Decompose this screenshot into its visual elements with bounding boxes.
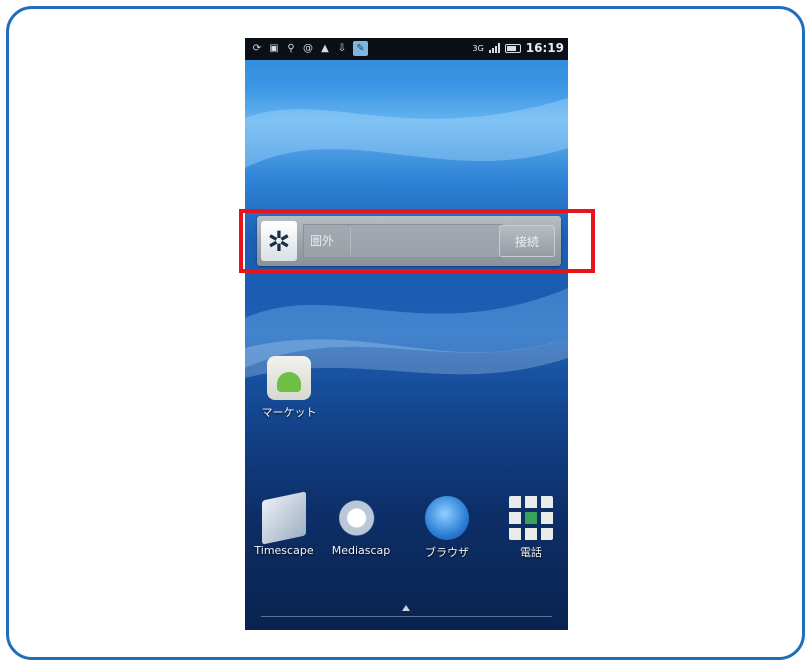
status-time: 16:19 [525, 41, 564, 55]
alarm-icon: ▣ [269, 42, 279, 54]
browser-app[interactable]: ブラウザ [411, 496, 483, 560]
connection-status-field: 圏外 [303, 224, 503, 258]
battery-icon [504, 43, 521, 53]
status-right: 3G 16:19 [473, 41, 565, 55]
phone-app[interactable]: 電話 [501, 496, 561, 560]
connection-status-text: 圏外 [310, 234, 335, 248]
browser-icon [425, 496, 469, 540]
warning-icon: ▲ [321, 42, 329, 54]
market-icon [267, 356, 311, 400]
status-bar: ⟳ ▣ ⚲ @ ▲ ⇩ ✎ 3G 16:19 [245, 38, 568, 60]
usb-icon: ⚲ [287, 42, 295, 54]
timescape-label: Timescape [254, 544, 314, 557]
notification-icons: ⟳ ▣ ⚲ @ ▲ ⇩ ✎ [251, 41, 368, 56]
browser-label: ブラウザ [425, 546, 469, 559]
app-drawer-arrow-icon[interactable] [402, 605, 410, 611]
sync-icon: ⟳ [252, 42, 262, 54]
market-label: マーケット [261, 406, 317, 419]
phone-icon [509, 496, 553, 540]
phone-screen: ⟳ ▣ ⚲ @ ▲ ⇩ ✎ 3G 16:19 ✲ 圏外 接続 マーケット Tim… [245, 38, 568, 630]
mediascape-label: Mediascap [331, 544, 391, 557]
download-icon: ⇩ [337, 42, 347, 54]
timescape-app[interactable]: Timescape [247, 491, 321, 557]
mediascape-app[interactable]: Mediascap [325, 496, 397, 557]
mediascape-icon [339, 496, 383, 540]
phone-label: 電話 [520, 546, 542, 559]
signal-strength-icon [488, 43, 500, 53]
connect-button[interactable]: 接続 [499, 225, 555, 257]
market-app[interactable]: マーケット [249, 356, 329, 420]
network-type-label: 3G [472, 43, 484, 53]
at-icon: @ [303, 42, 313, 54]
field-divider [350, 227, 351, 255]
wallpaper-wave [245, 98, 568, 168]
app-notification-icon: ✎ [353, 41, 368, 56]
network-widget-icon[interactable]: ✲ [261, 221, 297, 261]
timescape-icon [262, 491, 306, 545]
connection-widget[interactable]: ✲ 圏外 接続 [257, 216, 561, 266]
dock-divider [261, 616, 552, 617]
